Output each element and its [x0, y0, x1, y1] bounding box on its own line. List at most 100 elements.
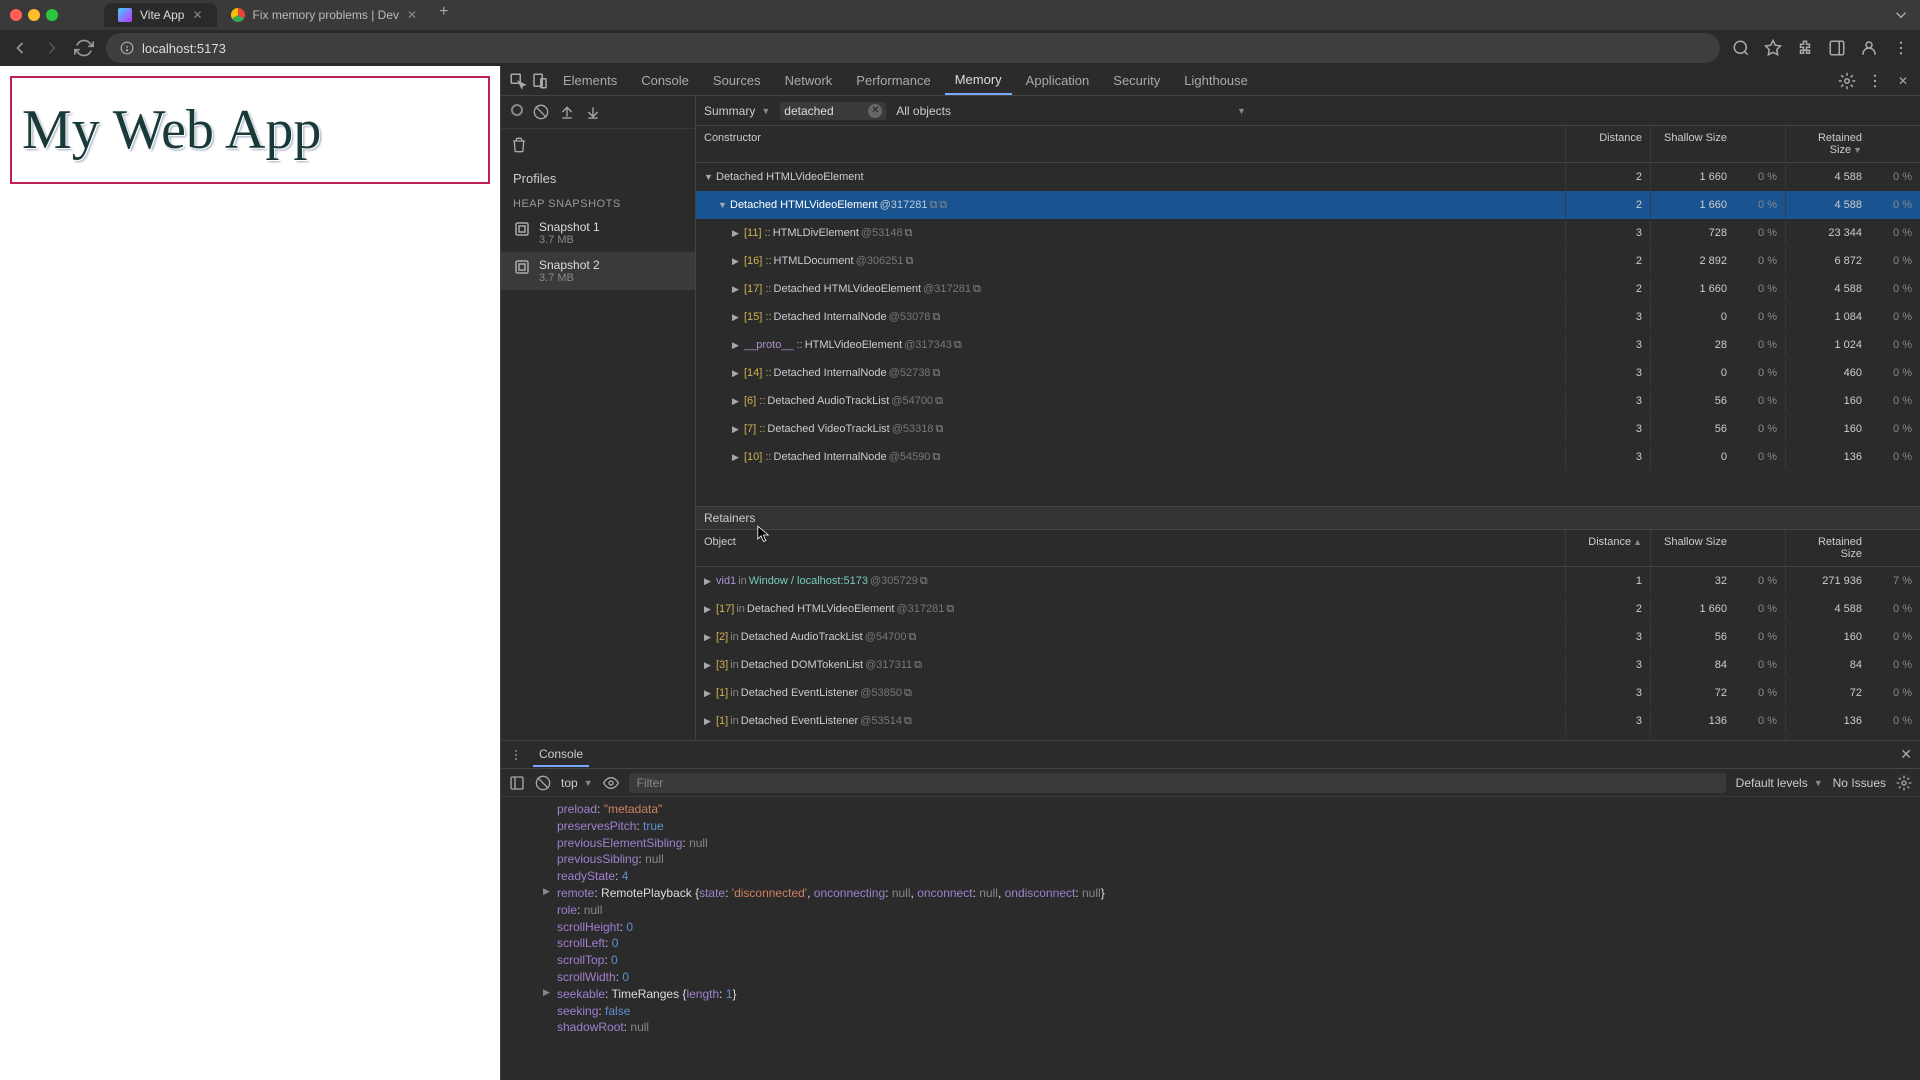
expand-arrow-icon[interactable]: ▶ [543, 885, 550, 898]
table-row[interactable]: ▶[1] in Detached EventListener @53850 ⧉3… [696, 679, 1920, 707]
table-row[interactable]: ▶[14] :: Detached InternalNode @52738 ⧉3… [696, 359, 1920, 387]
tab-performance[interactable]: Performance [846, 67, 940, 94]
drawer-tab-console[interactable]: Console [533, 743, 589, 767]
tree-expand-icon[interactable]: ▶ [704, 660, 714, 671]
tree-expand-icon[interactable]: ▶ [732, 312, 742, 323]
console-line[interactable]: scrollLeft: 0 [501, 935, 1920, 952]
console-line[interactable]: shadowRoot: null [501, 1019, 1920, 1036]
site-info-icon[interactable] [120, 41, 134, 55]
tab-console[interactable]: Console [631, 67, 699, 94]
table-row[interactable]: ▶[6] :: Detached AudioTrackList @54700 ⧉… [696, 387, 1920, 415]
console-line[interactable]: preload: "metadata" [501, 801, 1920, 818]
console-filter-input[interactable]: Filter [629, 773, 1726, 793]
col-shallow[interactable]: Shallow Size [1650, 530, 1735, 566]
profile-icon[interactable] [1860, 39, 1878, 57]
record-button[interactable] [511, 104, 523, 116]
tab-close-icon[interactable]: ✕ [192, 8, 202, 22]
snapshot-item[interactable]: Snapshot 23.7 MB [501, 252, 695, 290]
col-distance[interactable]: Distance▲ [1565, 530, 1650, 566]
snapshot-item[interactable]: Snapshot 13.7 MB [501, 214, 695, 252]
tab-close-icon[interactable]: ✕ [407, 8, 417, 22]
console-line[interactable]: scrollHeight: 0 [501, 919, 1920, 936]
table-row[interactable]: ▶[1] in Detached EventListener @53514 ⧉3… [696, 707, 1920, 735]
tab-network[interactable]: Network [775, 67, 843, 94]
browser-tab-vite[interactable]: Vite App ✕ [104, 3, 217, 27]
kebab-menu-icon[interactable] [509, 748, 523, 762]
tree-expand-icon[interactable]: ▶ [732, 452, 742, 463]
tree-expand-icon[interactable]: ▶ [732, 424, 742, 435]
object-filter-dropdown[interactable]: All objects ▼ [896, 104, 1246, 118]
table-row[interactable]: ▶[2] in Detached AudioTrackList @54700 ⧉… [696, 623, 1920, 651]
new-tab-button[interactable]: + [431, 3, 456, 27]
chevron-down-icon[interactable] [1892, 6, 1910, 24]
tree-expand-icon[interactable]: ▶ [704, 576, 714, 587]
view-mode-dropdown[interactable]: Summary ▼ [704, 104, 770, 118]
table-row[interactable]: ▶[17] :: Detached HTMLVideoElement @3172… [696, 275, 1920, 303]
col-distance[interactable]: Distance [1565, 126, 1650, 162]
tree-expand-icon[interactable]: ▶ [732, 284, 742, 295]
col-shallow[interactable]: Shallow Size [1650, 126, 1735, 162]
console-line[interactable]: preservesPitch: true [501, 818, 1920, 835]
browser-tab-devtools-docs[interactable]: Fix memory problems | Dev ✕ [217, 3, 432, 27]
address-bar[interactable]: localhost:5173 [106, 33, 1720, 63]
col-retained[interactable]: Retained Size [1785, 530, 1870, 566]
clear-filter-icon[interactable]: ✕ [868, 104, 882, 118]
tree-expand-icon[interactable]: ▶ [704, 688, 714, 699]
table-row[interactable]: ▶[16] :: HTMLDocument @306251 ⧉22 8920 %… [696, 247, 1920, 275]
bookmark-icon[interactable] [1764, 39, 1782, 57]
tree-expand-icon[interactable]: ▶ [732, 256, 742, 267]
tree-expand-icon[interactable]: ▶ [732, 340, 742, 351]
constructor-table[interactable]: Constructor Distance Shallow Size Retain… [696, 126, 1920, 506]
table-row[interactable]: ▼Detached HTMLVideoElement @317281 ⧉ ⧉21… [696, 191, 1920, 219]
col-constructor[interactable]: Constructor [696, 126, 1565, 162]
tree-expand-icon[interactable]: ▶ [704, 716, 714, 727]
kebab-menu-icon[interactable] [1892, 39, 1910, 57]
tree-expand-icon[interactable]: ▼ [704, 172, 714, 182]
context-dropdown[interactable]: top ▼ [561, 776, 593, 790]
tab-security[interactable]: Security [1103, 67, 1170, 94]
console-line[interactable]: ▶seekable: TimeRanges {length: 1} [501, 986, 1920, 1003]
tab-memory[interactable]: Memory [945, 66, 1012, 95]
console-line[interactable]: readyState: 4 [501, 868, 1920, 885]
side-panel-icon[interactable] [1828, 39, 1846, 57]
retainers-table[interactable]: Object Distance▲ Shallow Size Retained S… [696, 530, 1920, 740]
table-row[interactable]: ▶[7] :: Detached VideoTrackList @53318 ⧉… [696, 415, 1920, 443]
tree-expand-icon[interactable]: ▼ [718, 200, 728, 210]
eye-icon[interactable] [603, 775, 619, 791]
gc-icon[interactable] [511, 137, 527, 153]
sidebar-toggle-icon[interactable] [509, 775, 525, 791]
gear-icon[interactable] [1838, 72, 1856, 90]
console-line[interactable]: role: null [501, 902, 1920, 919]
table-row[interactable]: ▶[15] :: Detached InternalNode @53078 ⧉3… [696, 303, 1920, 331]
tree-expand-icon[interactable]: ▶ [704, 632, 714, 643]
window-minimize-button[interactable] [28, 9, 40, 21]
console-output[interactable]: preload: "metadata"preservesPitch: true p… [501, 797, 1920, 1080]
table-row[interactable]: ▶[11] :: HTMLDivElement @53148 ⧉37280 %2… [696, 219, 1920, 247]
tree-expand-icon[interactable]: ▶ [732, 228, 742, 239]
console-line[interactable]: previousSibling: null [501, 851, 1920, 868]
table-row[interactable]: ▶[10] :: Detached InternalNode @54590 ⧉3… [696, 443, 1920, 471]
extensions-icon[interactable] [1796, 39, 1814, 57]
zoom-icon[interactable] [1732, 39, 1750, 57]
tab-lighthouse[interactable]: Lighthouse [1174, 67, 1258, 94]
tree-expand-icon[interactable]: ▶ [732, 368, 742, 379]
clear-console-icon[interactable] [535, 775, 551, 791]
window-close-button[interactable] [10, 9, 22, 21]
tab-elements[interactable]: Elements [553, 67, 627, 94]
col-object[interactable]: Object [696, 530, 1565, 566]
table-row[interactable]: ▼Detached HTMLVideoElement21 6600 %4 588… [696, 163, 1920, 191]
class-filter-input[interactable] [784, 104, 864, 118]
tree-expand-icon[interactable]: ▶ [732, 396, 742, 407]
inspect-element-icon[interactable] [509, 72, 527, 90]
console-line[interactable]: seeking: false [501, 1003, 1920, 1020]
close-drawer-icon[interactable]: ✕ [1900, 746, 1912, 763]
reload-button[interactable] [74, 38, 94, 58]
device-toolbar-icon[interactable] [531, 72, 549, 90]
table-row[interactable]: ▶__proto__ :: HTMLVideoElement @317343 ⧉… [696, 331, 1920, 359]
clear-icon[interactable] [533, 104, 549, 120]
console-line[interactable]: scrollTop: 0 [501, 952, 1920, 969]
forward-button[interactable] [42, 38, 62, 58]
col-retained[interactable]: Retained Size▼ [1785, 126, 1870, 162]
window-maximize-button[interactable] [46, 9, 58, 21]
close-icon[interactable]: ✕ [1894, 72, 1912, 90]
